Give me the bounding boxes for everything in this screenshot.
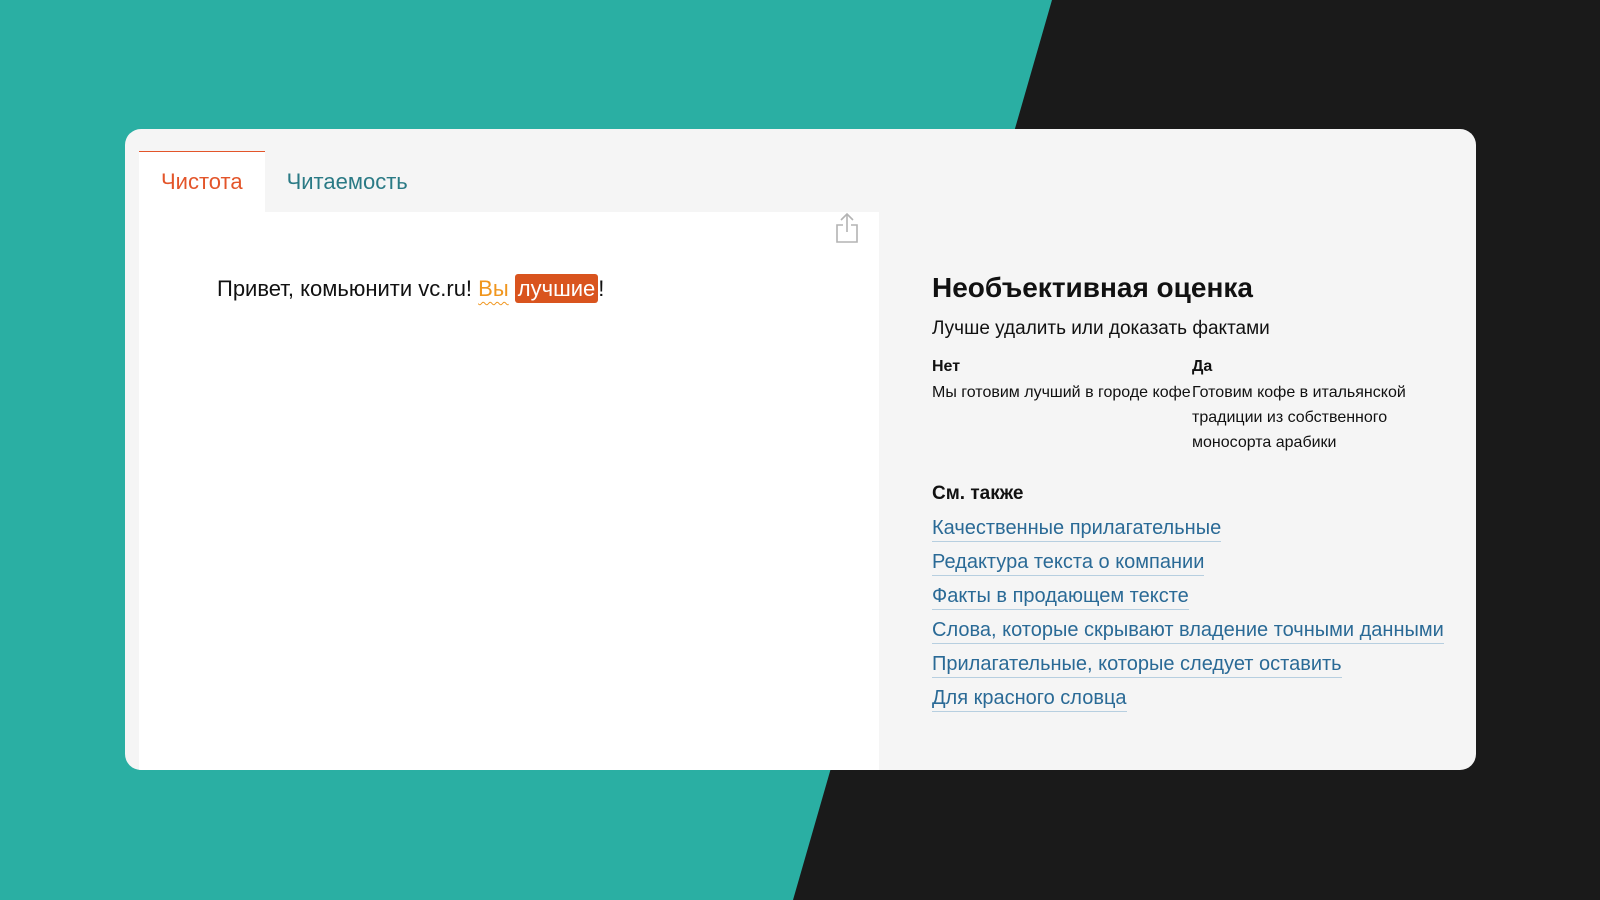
highlight-soft-word[interactable]: Вы [478,276,509,301]
see-also-links: Качественные прилагательные Редактура те… [932,515,1452,712]
example-yes-text: Готовим кофе в итальянской традиции из с… [1192,384,1406,451]
editor-plain-text-end: ! [598,276,605,301]
example-no-text: Мы готовим лучший в городе кофе [932,384,1191,401]
editor-content[interactable]: Привет, комьюнити vc.ru! Вы лучшие! [217,274,605,303]
tab-readability[interactable]: Читаемость [265,151,430,212]
text-editor[interactable]: Привет, комьюнити vc.ru! Вы лучшие! [139,212,879,770]
highlight-strong-word[interactable]: лучшие [514,274,599,303]
link-facts-in-sales-text[interactable]: Факты в продающем тексте [932,583,1189,610]
see-also-heading: См. также [932,483,1024,504]
link-company-text-editing[interactable]: Редактура текста о компании [932,549,1205,576]
example-no: Нет Мы готовим лучший в городе кофе [932,358,1192,455]
example-no-label: Нет [932,358,961,375]
example-yes-label: Да [1192,358,1213,375]
editor-plain-text: Привет, комьюнити vc.ru! [217,276,479,301]
tab-bar: Чистота Читаемость [139,151,430,212]
examples-block: Нет Мы готовим лучший в городе кофе Да Г… [932,358,1452,455]
link-words-hiding-data[interactable]: Слова, которые скрывают владение точными… [932,617,1444,644]
tab-clarity[interactable]: Чистота [139,151,265,212]
panel-title: Необъективная оценка [932,272,1253,303]
panel-subtitle: Лучше удалить или доказать фактами [932,318,1270,339]
app-card: Чистота Читаемость Привет, комьюнити vc.… [125,129,1476,770]
share-icon-glyph [836,212,858,243]
share-icon[interactable] [835,212,859,244]
link-for-a-catchword[interactable]: Для красного словца [932,685,1127,712]
link-qualitative-adjectives[interactable]: Качественные прилагательные [932,515,1222,542]
example-yes: Да Готовим кофе в итальянской традиции и… [1192,358,1452,455]
link-adjectives-to-keep[interactable]: Прилагательные, которые следует оставить [932,651,1342,678]
advice-panel: Необъективная оценка Лучше удалить или д… [932,272,1452,719]
